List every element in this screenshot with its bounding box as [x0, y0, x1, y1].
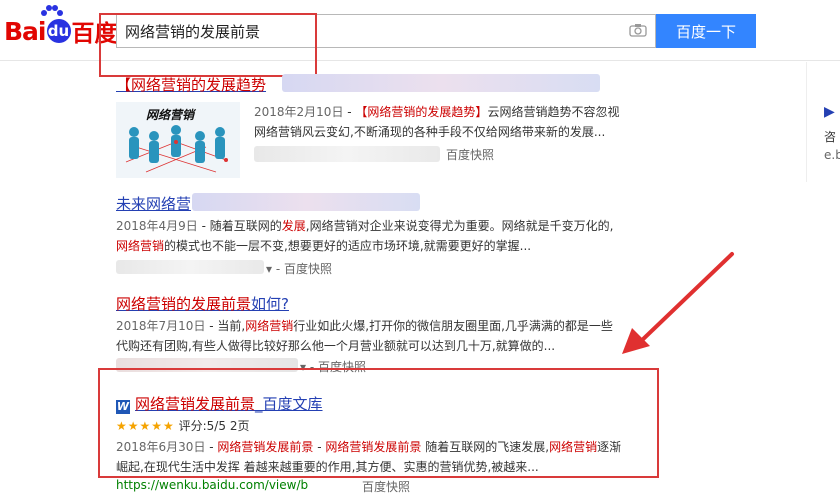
search-button[interactable]: 百度一下: [656, 14, 756, 48]
result-1-line-1: 2018年2月10日 - 【网络营销的发展趋势】云网络营销趋势不容忽视: [254, 105, 620, 119]
result-2: 未来网络营: [116, 193, 191, 214]
logo-bai: Bai: [4, 16, 46, 46]
paw-icon: [41, 5, 63, 16]
result-4-line-1: 2018年6月30日 - 网络营销发展前景 - 网络营销发展前景 随着互联网的飞…: [116, 440, 622, 454]
result-4-snapshot[interactable]: 百度快照: [362, 478, 410, 495]
logo-du: du: [46, 19, 71, 43]
right-column-divider: [806, 62, 807, 182]
blurred-text: [192, 193, 420, 211]
result-4-title[interactable]: 网络营销发展前景_百度文库: [135, 395, 323, 413]
result-3-line-2: 代购还有团购,有些人做得比较好那么他一个月营业额就可以达到几十万,就算做的...: [116, 339, 556, 353]
right-ad-link[interactable]: ▶: [824, 104, 835, 120]
word-doc-icon: W: [116, 400, 130, 414]
thumb-caption: 网络营销: [146, 108, 195, 122]
result-2-line-1: 2018年4月9日 - 随着互联网的发展,网络营销对企业来说变得尤为重要。网络就…: [116, 219, 614, 233]
blurred-url: [254, 146, 440, 162]
result-4-rating: ★★★★★ 评分:5/5 2页: [116, 419, 250, 433]
result-4: W 网络营销发展前景_百度文库: [116, 393, 323, 414]
right-ad-text: 咨: [824, 130, 837, 144]
result-1-snapshot[interactable]: 百度快照: [446, 146, 494, 163]
right-ad-url: e.b: [824, 148, 840, 162]
result-4-url[interactable]: https://wenku.baidu.com/view/b: [116, 478, 308, 492]
result-1-title[interactable]: 【网络营销的发展趋势: [116, 76, 266, 94]
result-3: 网络营销的发展前景如何?: [116, 293, 289, 314]
blurred-text: [282, 74, 600, 92]
result-3-line-1: 2018年7月10日 - 当前,网络营销行业如此火爆,打开你的微信朋友圈里面,几…: [116, 319, 613, 333]
result-3-title[interactable]: 网络营销的发展前景如何?: [116, 295, 289, 313]
camera-icon[interactable]: [629, 23, 647, 37]
red-arrow-annotation: [622, 252, 734, 354]
rating-stars: ★★★★★: [116, 419, 175, 433]
result-4-line-2: 崛起,在现代生活中发挥 着越来越重要的作用,其方便、实惠的营销优势,被越来...: [116, 460, 539, 474]
blurred-url: [116, 260, 264, 274]
result-2-snapshot[interactable]: ▾ - 百度快照: [266, 260, 332, 277]
highlight-box-search: [99, 13, 317, 77]
result-2-line-2: 网络营销的模式也不能一层不变,想要更好的适应市场环境,就需要更好的掌握...: [116, 239, 532, 253]
result-2-title[interactable]: 未来网络营: [116, 195, 191, 213]
result-1: 【网络营销的发展趋势: [116, 74, 266, 95]
result-1-thumbnail[interactable]: 网络营销: [116, 102, 240, 178]
result-1-line-2: 网络营销风云变幻,不断涌现的各种手段不仅给网络带来新的发展...: [254, 125, 606, 139]
